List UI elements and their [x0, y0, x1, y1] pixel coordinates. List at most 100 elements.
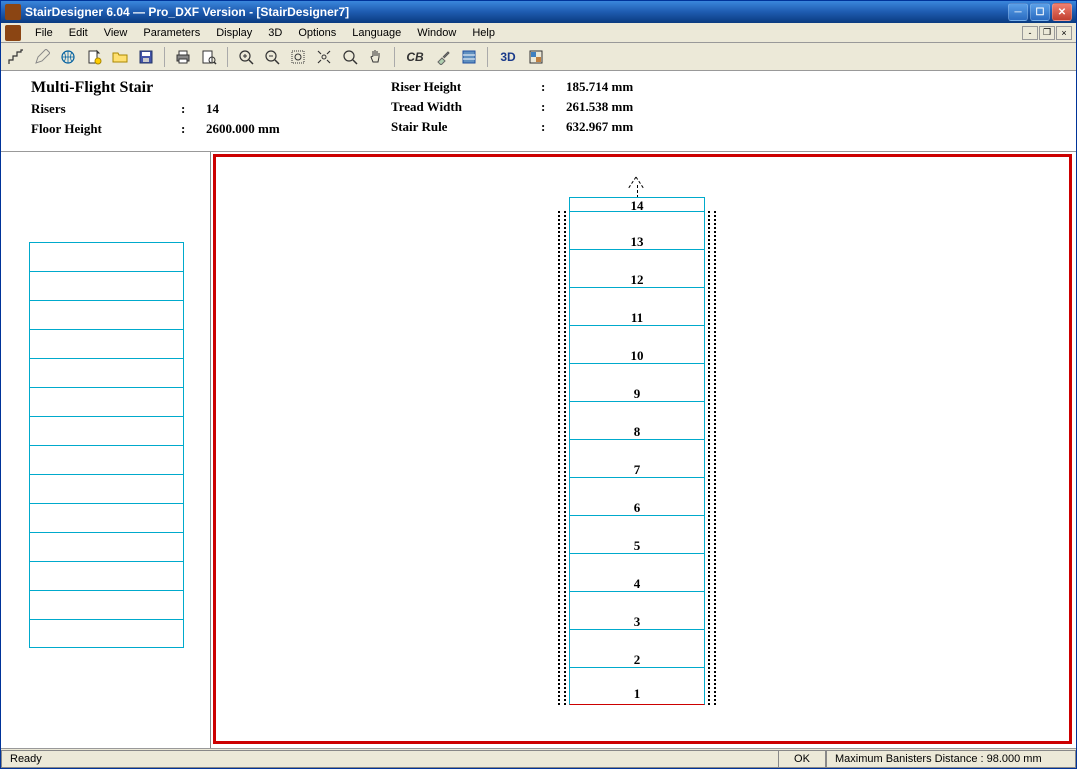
menu-parameters[interactable]: Parameters — [135, 25, 208, 41]
direction-arrow-icon — [626, 175, 646, 195]
tread[interactable]: 7 — [569, 439, 705, 477]
new-file-icon[interactable] — [83, 46, 105, 68]
info-panel: Multi-Flight Stair Risers : 14 Floor Hei… — [1, 71, 1076, 152]
side-step — [29, 387, 184, 416]
tread[interactable]: 9 — [569, 363, 705, 401]
stair-title: Multi-Flight Stair — [31, 79, 391, 97]
print-icon[interactable] — [172, 46, 194, 68]
cb-button[interactable]: CB — [402, 46, 428, 68]
app-icon — [5, 4, 21, 20]
globe-icon[interactable] — [57, 46, 79, 68]
tread-number: 3 — [570, 614, 704, 630]
main-view[interactable]: 14 13 121110 98 7 6 5 4 3 2 1 — [211, 152, 1076, 748]
side-step — [29, 619, 184, 648]
toolbar-separator — [227, 47, 228, 67]
side-step — [29, 242, 184, 271]
status-ready: Ready — [1, 750, 778, 768]
toolbar-separator — [394, 47, 395, 67]
doc-icon — [5, 25, 21, 41]
tread[interactable]: 10 — [569, 325, 705, 363]
tread-number: 1 — [570, 686, 704, 702]
minimize-button[interactable]: ─ — [1008, 3, 1028, 21]
menu-view[interactable]: View — [96, 25, 136, 41]
tread[interactable]: 1 — [569, 667, 705, 705]
brush-icon[interactable] — [432, 46, 454, 68]
tread[interactable]: 12 — [569, 249, 705, 287]
mdi-controls: - ❐ × — [1022, 26, 1074, 40]
side-step — [29, 358, 184, 387]
status-ok: OK — [778, 750, 826, 768]
tread-width-value: 261.538 mm — [566, 99, 633, 115]
stair-rule-label: Stair Rule — [391, 119, 541, 135]
titlebar: StairDesigner 6.04 — Pro_DXF Version - [… — [1, 1, 1076, 23]
menu-3d[interactable]: 3D — [260, 25, 290, 41]
tread[interactable]: 14 — [569, 197, 705, 211]
mdi-restore-button[interactable]: ❐ — [1039, 26, 1055, 40]
riser-height-label: Riser Height — [391, 79, 541, 95]
side-step — [29, 416, 184, 445]
zoom-in-icon[interactable] — [235, 46, 257, 68]
tread[interactable]: 8 — [569, 401, 705, 439]
view-plan-icon[interactable] — [458, 46, 480, 68]
tread-number: 2 — [570, 652, 704, 668]
close-button[interactable]: ✕ — [1052, 3, 1072, 21]
side-panel[interactable] — [1, 152, 211, 748]
menu-options[interactable]: Options — [290, 25, 344, 41]
menu-display[interactable]: Display — [208, 25, 260, 41]
side-step — [29, 300, 184, 329]
print-preview-icon[interactable] — [198, 46, 220, 68]
maximize-button[interactable]: ☐ — [1030, 3, 1050, 21]
tread-number: 6 — [570, 500, 704, 516]
side-step — [29, 561, 184, 590]
tread[interactable]: 13 — [569, 211, 705, 249]
menu-file[interactable]: File — [27, 25, 61, 41]
tread-number: 7 — [570, 462, 704, 478]
floor-height-value: 2600.000 mm — [206, 121, 280, 137]
status-message: Maximum Banisters Distance : 98.000 mm — [826, 750, 1076, 768]
toolbar-separator — [487, 47, 488, 67]
menu-help[interactable]: Help — [464, 25, 503, 41]
tread[interactable]: 6 — [569, 477, 705, 515]
risers-label: Risers — [31, 101, 181, 117]
tread-number: 12 — [570, 272, 704, 288]
menu-edit[interactable]: Edit — [61, 25, 96, 41]
stair-rule-value: 632.967 mm — [566, 119, 633, 135]
riser-height-value: 185.714 mm — [566, 79, 633, 95]
mdi-close-button[interactable]: × — [1056, 26, 1072, 40]
mdi-minimize-button[interactable]: - — [1022, 26, 1038, 40]
floor-height-label: Floor Height — [31, 121, 181, 137]
menu-language[interactable]: Language — [344, 25, 409, 41]
tread[interactable]: 3 — [569, 591, 705, 629]
color-view-icon[interactable] — [525, 46, 547, 68]
side-step — [29, 474, 184, 503]
tread[interactable]: 2 — [569, 629, 705, 667]
side-step — [29, 503, 184, 532]
tread-number: 9 — [570, 386, 704, 402]
pan-icon[interactable] — [365, 46, 387, 68]
tread[interactable]: 4 — [569, 553, 705, 591]
stair-plan[interactable]: 14 13 121110 98 7 6 5 4 3 2 1 — [569, 197, 705, 705]
tread[interactable]: 5 — [569, 515, 705, 553]
3d-button[interactable]: 3D — [495, 46, 521, 68]
tread-number: 4 — [570, 576, 704, 592]
new-stair-icon[interactable] — [5, 46, 27, 68]
zoom-window-icon[interactable] — [339, 46, 361, 68]
zoom-extent-icon[interactable] — [313, 46, 335, 68]
window-title: StairDesigner 6.04 — Pro_DXF Version - [… — [25, 5, 1008, 19]
tread[interactable]: 11 — [569, 287, 705, 325]
menu-window[interactable]: Window — [409, 25, 464, 41]
side-step — [29, 329, 184, 358]
save-icon[interactable] — [135, 46, 157, 68]
zoom-out-icon[interactable] — [261, 46, 283, 68]
toolbar: CB 3D — [1, 43, 1076, 71]
zoom-fit-icon[interactable] — [287, 46, 309, 68]
risers-value: 14 — [206, 101, 219, 117]
open-icon[interactable] — [109, 46, 131, 68]
tread-number: 5 — [570, 538, 704, 554]
tread-number: 13 — [570, 234, 704, 250]
side-step — [29, 532, 184, 561]
side-step — [29, 445, 184, 474]
workspace: 14 13 121110 98 7 6 5 4 3 2 1 — [1, 152, 1076, 748]
pencil-icon[interactable] — [31, 46, 53, 68]
statusbar: Ready OK Maximum Banisters Distance : 98… — [1, 748, 1076, 768]
